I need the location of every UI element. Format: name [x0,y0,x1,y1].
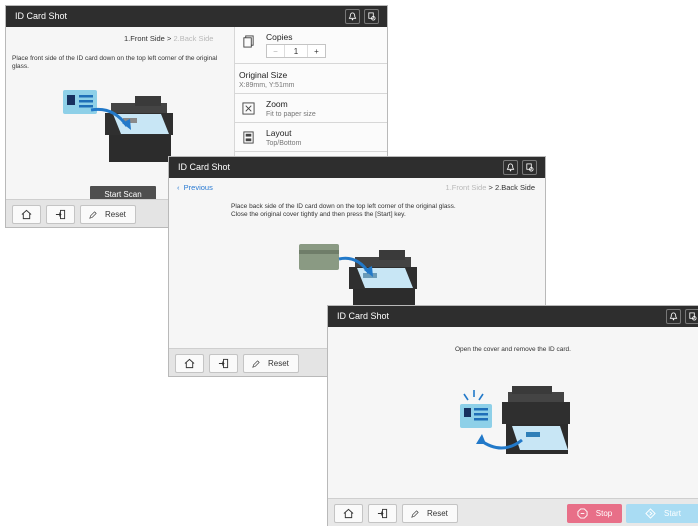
step-next: 2.Back Side [173,34,214,43]
copies-row: Copies − 1 + [235,27,387,64]
reset-pencil-icon [411,509,419,518]
user-switch-icon[interactable] [364,9,379,24]
layout-value: Top/Bottom [266,140,302,147]
login-icon [377,508,388,519]
zoom-value: Fit to paper size [266,111,316,118]
reset-button[interactable]: Reset [80,205,136,224]
title-bar: ID Card Shot [6,6,387,27]
copies-minus-button[interactable]: − [267,45,285,57]
bell-icon[interactable] [666,309,681,324]
window-title: ID Card Shot [15,11,68,21]
reset-label: Reset [268,359,289,368]
step-current: 1.Front Side [124,34,165,43]
login-button[interactable] [368,504,397,523]
place-card-back-illustration [299,244,417,307]
window-title: ID Card Shot [337,311,390,321]
layout-icon [243,131,254,144]
reset-pencil-icon [89,210,97,219]
login-icon [218,358,229,369]
reset-label: Reset [105,210,126,219]
copies-value: 1 [293,46,299,56]
instruction-line-2: Close the original cover tightly and the… [231,211,406,218]
place-card-illustration [63,90,173,162]
previous-label: Previous [183,183,213,192]
login-button[interactable] [46,205,75,224]
chevron-left-icon: ‹ [177,183,184,192]
title-bar: ID Card Shot [169,157,545,178]
title-bar: ID Card Shot [328,306,698,327]
reset-button[interactable]: Reset [402,504,458,523]
instruction-line-1: Place back side of the ID card down on t… [231,203,456,210]
copies-label: Copies [266,32,293,42]
user-switch-icon[interactable] [685,309,698,324]
layout-label: Layout [266,128,292,138]
original-size-value: X:89mm, Y:51mm [239,82,295,89]
bottom-bar: Reset Stop Start [328,498,698,526]
login-icon [55,209,66,220]
bell-icon[interactable] [345,9,360,24]
remove-card-illustration [460,386,570,454]
reset-pencil-icon [252,359,260,368]
reset-label: Reset [427,509,448,518]
stop-button[interactable]: Stop [567,504,622,523]
home-button[interactable] [175,354,204,373]
reset-button[interactable]: Reset [243,354,299,373]
home-button[interactable] [334,504,363,523]
window-title: ID Card Shot [178,162,231,172]
start-button[interactable]: Start [626,504,698,523]
zoom-icon [242,102,255,115]
copies-stepper: − 1 + [266,44,326,58]
previous-button[interactable]: ‹ Previous [177,183,213,192]
zoom-label: Zoom [266,99,288,109]
home-icon [21,209,32,220]
copies-plus-button[interactable]: + [307,45,325,57]
instruction-text: Place front side of the ID card down on … [12,55,218,70]
step-separator: > [488,183,493,192]
login-button[interactable] [209,354,238,373]
step-prev: 1.Front Side [445,183,487,192]
layout-row[interactable]: Layout Top/Bottom [235,123,387,152]
step-indicator: 1.Front Side > 2.Back Side [446,183,535,192]
zoom-row[interactable]: Zoom Fit to paper size [235,94,387,123]
home-icon [343,508,354,519]
original-size-row[interactable]: Original Size X:89mm, Y:51mm [235,64,387,94]
home-icon [184,358,195,369]
step-separator: > [166,34,172,43]
user-switch-icon[interactable] [522,160,537,175]
screen-remove-card: ID Card Shot Open the cover and remove t… [327,305,698,526]
stop-label: Stop [595,509,613,518]
bell-icon[interactable] [503,160,518,175]
stop-icon [577,508,588,519]
instruction-text: Place back side of the ID card down on t… [231,203,531,219]
start-label: Start [664,509,681,518]
instruction-text: Open the cover and remove the ID card. [455,346,571,353]
home-button[interactable] [12,205,41,224]
start-icon [645,508,656,519]
step-current: 2.Back Side [494,183,535,192]
step-indicator: 1.Front Side > 2.Back Side [124,34,213,43]
copies-icon [243,35,254,48]
original-size-label: Original Size [239,70,288,80]
